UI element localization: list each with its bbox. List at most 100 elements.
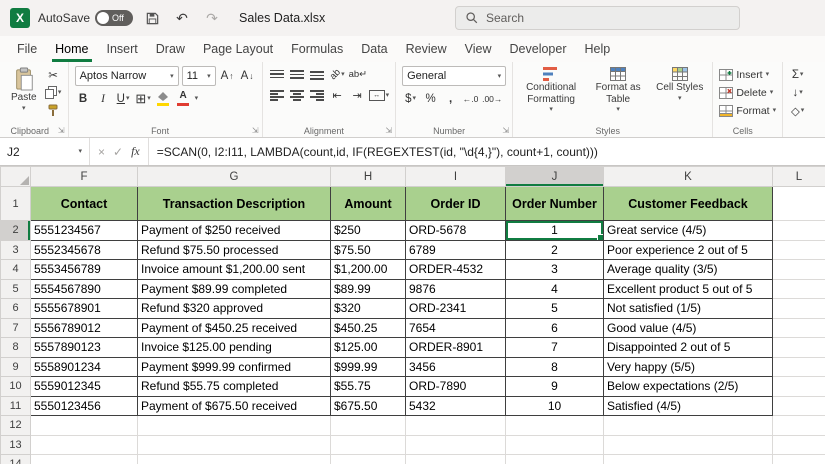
menu-item-developer[interactable]: Developer [507,36,570,62]
cell-I10[interactable]: ORD-7890 [406,377,506,397]
cell-F4[interactable]: 5553456789 [31,260,138,280]
menu-item-page-layout[interactable]: Page Layout [200,36,276,62]
cell-F11[interactable]: 5550123456 [31,396,138,416]
cell-H3[interactable]: $75.50 [331,240,406,260]
cell-I3[interactable]: 6789 [406,240,506,260]
format-painter-button[interactable] [45,102,62,119]
row-header-1[interactable]: 1 [1,187,31,221]
column-header-G[interactable]: G [138,167,331,187]
cell-J12[interactable] [506,416,604,436]
row-header-12[interactable]: 12 [1,416,31,436]
cell-G11[interactable]: Payment of $675.50 received [138,396,331,416]
cell-F3[interactable]: 5552345678 [31,240,138,260]
cell-L8[interactable] [773,338,825,358]
center-button[interactable] [289,87,306,104]
cell-K8[interactable]: Disappointed 2 out of 5 [604,338,773,358]
cell-G13[interactable] [138,435,331,455]
cell-L11[interactable] [773,396,825,416]
cell-L12[interactable] [773,416,825,436]
borders-button[interactable]: ⊞▾ [135,90,152,107]
cell-K5[interactable]: Excellent product 5 out of 5 [604,279,773,299]
cell-F5[interactable]: 5554567890 [31,279,138,299]
autosave-control[interactable]: AutoSave Off [38,10,133,26]
cell-J8[interactable]: 7 [506,338,604,358]
cell-F13[interactable] [31,435,138,455]
cell-I7[interactable]: 7654 [406,318,506,338]
format-cells-button[interactable]: Format ▾ [719,102,776,119]
menu-item-review[interactable]: Review [403,36,450,62]
middle-align-button[interactable] [289,66,306,83]
paste-button[interactable]: Paste ▾ [8,66,40,122]
menu-item-help[interactable]: Help [582,36,614,62]
column-header-L[interactable]: L [773,167,825,187]
cell-L13[interactable] [773,435,825,455]
menu-item-home[interactable]: Home [52,36,91,62]
wrap-text-button[interactable]: ab↵ [349,66,368,83]
cell-K6[interactable]: Not satisfied (1/5) [604,299,773,319]
row-header-9[interactable]: 9 [1,357,31,377]
cell-K9[interactable]: Very happy (5/5) [604,357,773,377]
cell-I5[interactable]: 9876 [406,279,506,299]
cell-I4[interactable]: ORDER-4532 [406,260,506,280]
cell-J11[interactable]: 10 [506,396,604,416]
cell-H2[interactable]: $250 [331,221,406,241]
accounting-format-button[interactable]: $▾ [402,90,419,107]
row-header-2[interactable]: 2 [1,221,31,241]
autosave-toggle[interactable]: Off [95,10,133,26]
font-name-select[interactable]: Aptos Narrow ▾ [75,66,179,86]
cell-J10[interactable]: 9 [506,377,604,397]
menu-item-data[interactable]: Data [358,36,390,62]
cell-K14[interactable] [604,455,773,464]
cell-L4[interactable] [773,260,825,280]
menu-item-formulas[interactable]: Formulas [288,36,346,62]
cell-H8[interactable]: $125.00 [331,338,406,358]
cell-I2[interactable]: ORD-5678 [406,221,506,241]
cell-G12[interactable] [138,416,331,436]
decrease-indent-button[interactable]: ⇤ [329,87,346,104]
menu-item-insert[interactable]: Insert [104,36,141,62]
cell-G3[interactable]: Refund $75.50 processed [138,240,331,260]
cell-H13[interactable] [331,435,406,455]
format-as-table-button[interactable]: Format as Table ▾ [586,66,650,122]
cell-H10[interactable]: $55.75 [331,377,406,397]
cell-L5[interactable] [773,279,825,299]
cell-I8[interactable]: ORDER-8901 [406,338,506,358]
copy-button[interactable]: ▾ [45,84,62,101]
cell-L2[interactable] [773,221,825,241]
cell-I14[interactable] [406,455,506,464]
row-header-10[interactable]: 10 [1,377,31,397]
percent-style-button[interactable]: % [422,90,439,107]
font-size-select[interactable]: 11 ▾ [182,66,216,86]
cell-G9[interactable]: Payment $999.99 confirmed [138,357,331,377]
cell-K12[interactable] [604,416,773,436]
cell-H5[interactable]: $89.99 [331,279,406,299]
document-title[interactable]: Sales Data.xlsx [239,11,325,25]
bottom-align-button[interactable] [309,66,326,83]
select-all-button[interactable] [1,167,31,187]
undo-button[interactable]: ↶ [171,6,193,30]
fill-button[interactable]: ↓▾ [789,84,806,101]
decrease-font-size-button[interactable]: A↓ [239,68,256,85]
cell-J9[interactable]: 8 [506,357,604,377]
cell-G5[interactable]: Payment $89.99 completed [138,279,331,299]
cell-H1[interactable]: Amount [331,187,406,221]
cell-F2[interactable]: 5551234567 [31,221,138,241]
cell-J5[interactable]: 4 [506,279,604,299]
cell-F1[interactable]: Contact [31,187,138,221]
cell-L10[interactable] [773,377,825,397]
cell-F14[interactable] [31,455,138,464]
row-header-8[interactable]: 8 [1,338,31,358]
decrease-decimal-button[interactable]: .00→ [482,90,502,107]
confirm-formula-button[interactable]: ✓ [113,145,123,159]
row-header-4[interactable]: 4 [1,260,31,280]
cell-L3[interactable] [773,240,825,260]
cell-G2[interactable]: Payment of $250 received [138,221,331,241]
increase-decimal-button[interactable]: ←.0 [462,90,479,107]
cell-J1[interactable]: Order Number [506,187,604,221]
align-left-button[interactable] [269,87,286,104]
cell-F6[interactable]: 5555678901 [31,299,138,319]
cancel-formula-button[interactable]: × [98,145,105,159]
menu-item-draw[interactable]: Draw [153,36,188,62]
cell-F7[interactable]: 5556789012 [31,318,138,338]
align-right-button[interactable] [309,87,326,104]
